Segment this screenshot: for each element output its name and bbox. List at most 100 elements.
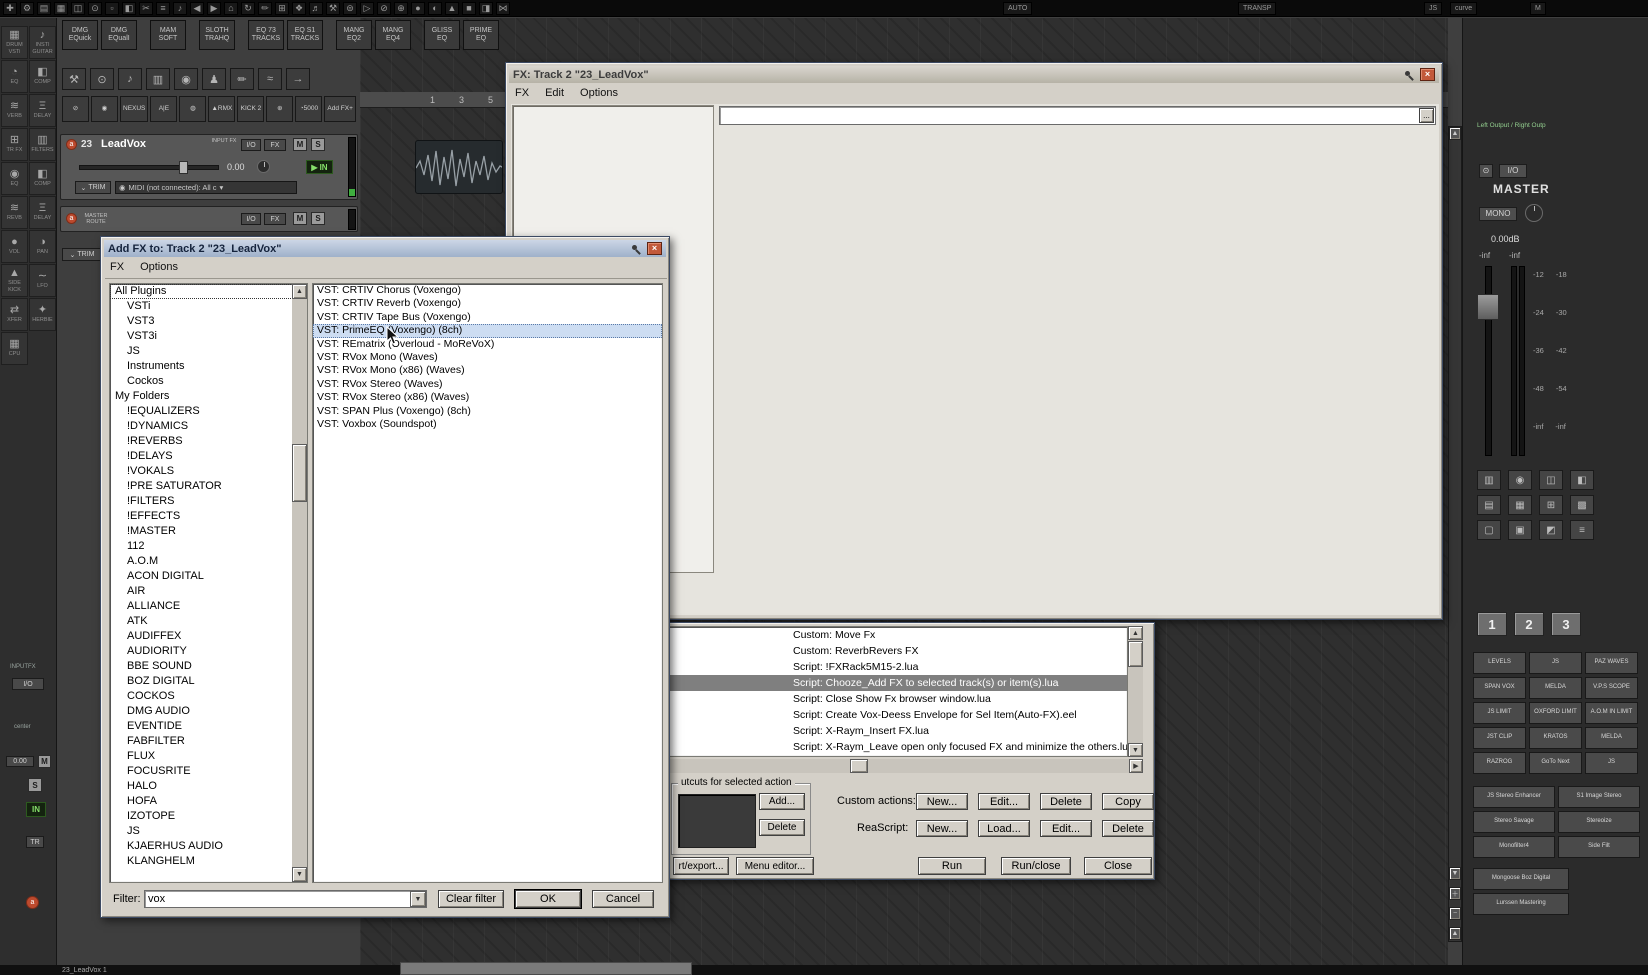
power-icon[interactable]: ⊙ [1479,164,1493,178]
plugin-item[interactable]: VST: RVox Mono (x86) (Waves) [313,364,662,377]
instrument-shortcut-button[interactable]: NEXUS [120,96,149,122]
tree-item[interactable]: AUDIFFEX [110,629,307,644]
mixer-tool-icon[interactable]: ▥ [1477,470,1501,490]
fx-slot-button[interactable]: A.O.M IN LIMIT [1585,702,1638,724]
bank-number-button[interactable]: 3 [1551,612,1581,636]
dock-tile[interactable]: ● VOL [1,230,28,263]
midi-input-combo[interactable]: ◉ MIDI (not connected): All c ▾ [115,181,297,194]
dock-tile[interactable]: ▲ SIDE KICK [1,264,28,297]
track-tool-icon[interactable]: ≈ [258,68,282,90]
solo-button[interactable]: S [311,212,325,225]
fx-button[interactable]: FX [264,139,286,151]
instrument-shortcut-button[interactable]: Add FX+ [324,96,356,122]
toolbar-icon[interactable]: ⊘ [377,1,391,15]
pin-icon[interactable] [1403,69,1415,81]
dock-tile[interactable]: ▥ FILTERS [29,128,56,161]
record-arm-badge[interactable]: a [66,139,77,150]
menu-item[interactable]: Options [580,87,618,99]
mixer-tool-icon[interactable]: ▢ [1477,520,1501,540]
mixer-tool-icon[interactable]: ◉ [1508,470,1532,490]
toolbar-icon[interactable]: ⋈ [496,1,510,15]
fx-slot-button[interactable]: KRATOS [1529,727,1582,749]
track-panel-master-send[interactable]: a MASTER ROUTE I/O FX M S [60,206,358,232]
action-row[interactable]: Custom: ReverbRevers FX [646,643,1127,659]
fx-shortcut-button[interactable]: DMG EQualI [101,20,137,50]
tree-item[interactable]: JS [110,824,307,839]
tree-item[interactable]: Instruments [110,359,307,374]
toolbar-icon[interactable]: ♪ [173,1,187,15]
dock-tile[interactable]: Ξ DELAY [29,94,56,127]
fx-slot-button[interactable]: OXFORD LIMIT [1529,702,1582,724]
toolbar-icon[interactable]: ▦ [54,1,68,15]
tree-item[interactable]: EVENTIDE [110,719,307,734]
fx-preset-field[interactable] [719,106,1436,125]
action-row[interactable]: Script: X-Raym_Leave open only focused F… [646,739,1127,755]
toolbar-icon[interactable]: ≡ [156,1,170,15]
tree-item[interactable]: My Folders [110,389,307,404]
track-tool-icon[interactable]: ⊙ [90,68,114,90]
scroll-thumb[interactable] [850,759,868,773]
plugin-category-tree[interactable]: All Plugins VSTi VST3 VST3i JS Instruments Coc… [109,283,308,883]
fx-slot-button[interactable]: JS LIMIT [1473,702,1526,724]
toolbar-icon[interactable]: ✚ [3,1,17,15]
action-row[interactable]: Script: Close Show Fx browser window.lua [646,691,1127,707]
fx-slot-button[interactable]: GoTo Next [1529,752,1582,774]
tree-item[interactable]: !VOKALS [110,464,307,479]
fx-slot-button[interactable]: Mongoose Boz Digital [1473,868,1569,890]
toolbar-icon[interactable]: ⊜ [343,1,357,15]
instrument-shortcut-button[interactable]: ⊕ [266,96,294,122]
trim-mode-button[interactable]: ⌄ TRIM [62,248,102,261]
volume-slider-track[interactable] [79,165,219,170]
instrument-shortcut-button[interactable]: ◍ [179,96,207,122]
toolbar-icon[interactable]: ▷ [360,1,374,15]
tree-item[interactable]: DMG AUDIO [110,704,307,719]
tr-button[interactable]: TR [26,836,44,848]
dock-tile[interactable]: ≋ REVB [1,196,28,229]
dock-tile[interactable]: Ξ DELAY [29,196,56,229]
fx-shortcut-button[interactable]: MAM SOFT [150,20,186,50]
clear-filter-button[interactable]: Clear filter [438,890,504,908]
master-pan-knob[interactable] [1525,204,1543,222]
mute-button[interactable]: M [293,138,307,151]
tree-item[interactable]: FLUX [110,749,307,764]
reascript-button[interactable]: Edit... [1040,820,1092,837]
pan-knob[interactable] [257,160,270,173]
actions-vscrollbar[interactable]: ▲ ▼ [1128,626,1143,757]
plugin-item[interactable]: VST: RVox Stereo (Waves) [313,378,662,391]
dock-tile[interactable]: ◑ PAN [29,230,56,263]
dock-tile[interactable]: ⊞ TR FX [1,128,28,161]
plugin-item[interactable]: VST: CRTIV Tape Bus (Voxengo) [313,311,662,324]
mute-button[interactable]: M [293,212,307,225]
action-row[interactable]: Custom: Move Fx [646,627,1127,643]
dock-tile[interactable]: ◧ COMP [29,162,56,195]
track-tool-icon[interactable]: ▥ [146,68,170,90]
fx-slot-button[interactable]: PAZ WAVES [1585,652,1638,674]
arrange-vscrollbar[interactable]: ▲ ▼ ＋ − ▲ [1448,126,1462,942]
tree-item[interactable]: ALLIANCE [110,599,307,614]
track-tool-icon[interactable]: ◉ [174,68,198,90]
plugin-item[interactable]: VST: RVox Stereo (x86) (Waves) [313,391,662,404]
output-routing-label[interactable]: Left Output / Right Outp [1477,122,1546,129]
track-tool-icon[interactable]: ♟ [202,68,226,90]
toolbar-icon[interactable]: ◀ [190,1,204,15]
mixer-tool-icon[interactable]: ◩ [1539,520,1563,540]
scroll-up-icon[interactable]: ▲ [1449,127,1461,140]
plugin-item[interactable]: VST: Voxbox (Soundspot) [313,418,662,431]
scroll-thumb[interactable] [292,444,307,502]
toolbar-icon[interactable]: ▫ [105,1,119,15]
tree-item[interactable]: !DYNAMICS [110,419,307,434]
plugin-item[interactable]: VST: PrimeEQ (Voxengo) (8ch) [313,324,662,338]
filter-combo[interactable]: ▼ [144,890,427,908]
toolbar-icon[interactable]: ⌂ [224,1,238,15]
dock-tile[interactable]: ∼ LFO [29,264,56,297]
menu-editor-button[interactable]: Menu editor... [736,857,814,875]
fx-shortcut-button[interactable]: EQ S1 TRACKS [287,20,323,50]
shortcut-list[interactable] [678,794,756,848]
instrument-shortcut-button[interactable]: ⊘ [62,96,89,122]
bank-number-button[interactable]: 1 [1477,612,1507,636]
plugin-item[interactable]: VST: RVox Mono (Waves) [313,351,662,364]
solo-button[interactable]: S [311,138,325,151]
tree-item[interactable]: COCKOS [110,689,307,704]
actions-close-button[interactable]: Close [1084,857,1152,875]
mixer-tool-icon[interactable]: ◧ [1570,470,1594,490]
